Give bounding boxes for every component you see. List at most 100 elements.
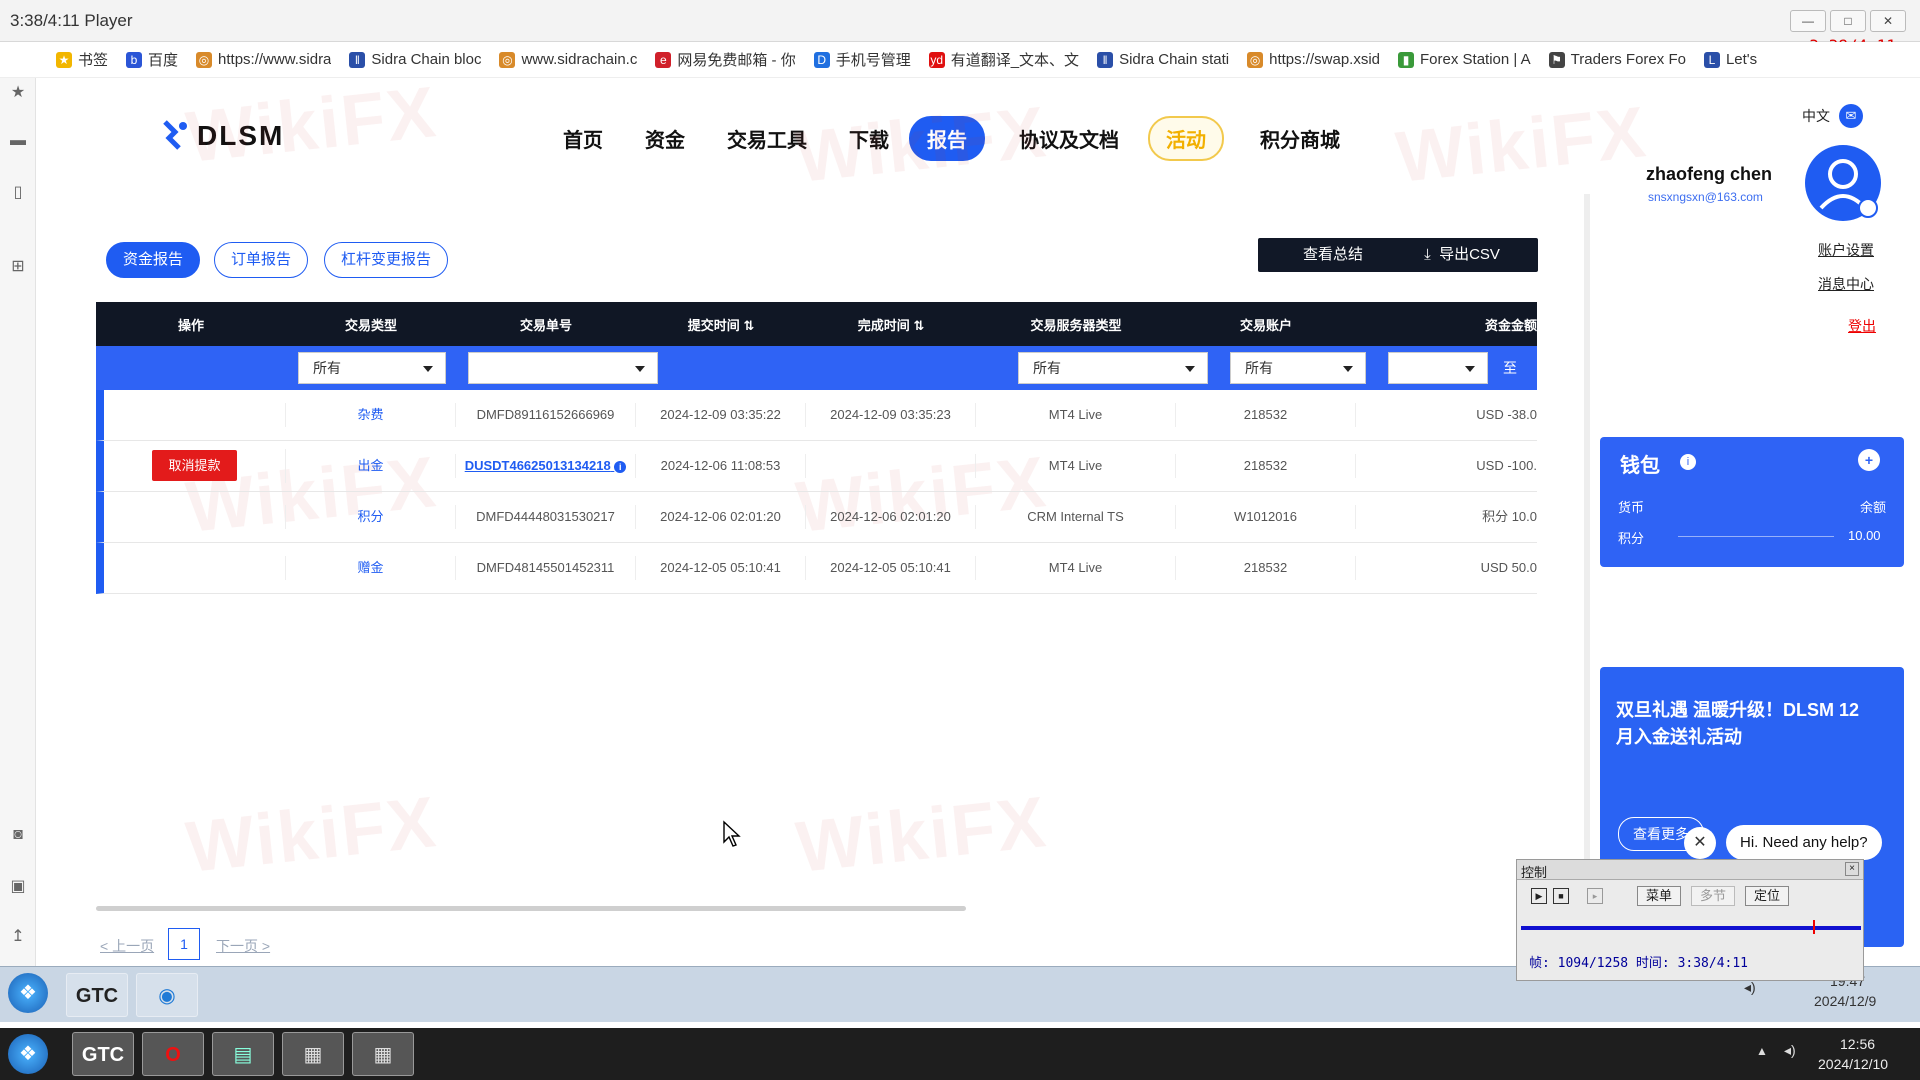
bookmark[interactable]: ▮ Forex Station | A bbox=[1398, 51, 1531, 68]
row-amount: USD -38.0 bbox=[1476, 407, 1537, 422]
start-icon[interactable]: ❖ bbox=[8, 1034, 48, 1074]
id-filter-input[interactable] bbox=[468, 352, 658, 384]
progress-marker[interactable] bbox=[1813, 920, 1815, 934]
stop-icon[interactable]: ■ bbox=[1553, 888, 1569, 904]
nav-funds[interactable]: 资金 bbox=[645, 124, 685, 153]
nav-home[interactable]: 首页 bbox=[563, 124, 603, 153]
bookmark[interactable]: L Let's bbox=[1703, 51, 1757, 68]
wallet-points-value: 10.00 bbox=[1848, 528, 1881, 543]
col-type: 交易类型 bbox=[344, 317, 397, 333]
info-icon[interactable]: i bbox=[1680, 454, 1696, 470]
start-icon[interactable]: ❖ bbox=[8, 973, 48, 1013]
divider bbox=[1678, 536, 1834, 537]
bookmark[interactable]: ‖ Sidra Chain bloc bbox=[349, 51, 481, 68]
bookmark[interactable]: D 手机号管理 bbox=[813, 49, 911, 70]
logout-link[interactable]: 登出 bbox=[1848, 316, 1876, 336]
message-center-link[interactable]: 消息中心 bbox=[1818, 274, 1874, 294]
qq-icon[interactable]: ◉ bbox=[136, 973, 198, 1017]
maximize-button[interactable]: □ bbox=[1830, 10, 1866, 32]
locate-button[interactable]: 定位 bbox=[1745, 886, 1789, 906]
tab-leverage-report[interactable]: 杠杆变更报告 bbox=[324, 242, 449, 278]
bookmark[interactable]: ◎ https://www.sidra bbox=[196, 51, 331, 68]
phone-icon[interactable]: ▯ bbox=[8, 182, 28, 202]
tab-order-report[interactable]: 订单报告 bbox=[214, 242, 309, 278]
account-settings-link[interactable]: 账户设置 bbox=[1818, 240, 1874, 260]
row-action bbox=[104, 505, 286, 529]
range-to-label: 至 bbox=[1503, 360, 1517, 376]
bookmark[interactable]: yd 有道翻译_文本、文 bbox=[928, 49, 1079, 70]
nav-points-mall[interactable]: 积分商城 bbox=[1260, 124, 1340, 153]
bookmark[interactable]: b 百度 bbox=[126, 49, 178, 70]
account-filter[interactable]: 所有 bbox=[1230, 352, 1366, 384]
notepad-icon[interactable]: ▤ bbox=[212, 1032, 274, 1076]
camera-icon[interactable]: ◙ bbox=[8, 826, 28, 846]
close-button[interactable]: ✕ bbox=[1870, 10, 1906, 32]
page-number[interactable]: 1 bbox=[168, 928, 200, 960]
row-type: 杂费 bbox=[286, 403, 456, 427]
wallet-card: 钱包 i + 货币 余额 积分 10.00 bbox=[1600, 437, 1904, 567]
star-icon[interactable]: ★ bbox=[8, 82, 28, 102]
folder-icon[interactable]: ▬ bbox=[8, 132, 28, 152]
account-panel: 中文 ✉ zhaofeng chen snsxngsxn@163.com 账户设… bbox=[1584, 78, 1920, 966]
opera-icon[interactable]: O bbox=[142, 1032, 204, 1076]
col-submit-time[interactable]: 提交时间 ⇅ bbox=[636, 315, 806, 334]
window-title: 3:38/4:11 Player bbox=[10, 11, 133, 30]
gtc-taskbar-button[interactable]: GTC bbox=[66, 973, 128, 1017]
table-row: 积分 DMFD44448031530217 2024-12-06 02:01:2… bbox=[96, 492, 1537, 543]
player-icon[interactable]: ▦ bbox=[352, 1032, 414, 1076]
outer-clock-date: 2024/12/10 bbox=[1818, 1056, 1889, 1072]
mail-icon[interactable]: ✉ bbox=[1839, 104, 1863, 128]
tab-fund-report[interactable]: 资金报告 bbox=[106, 242, 201, 278]
gtc-taskbar-button[interactable]: GTC bbox=[72, 1032, 134, 1076]
col-done-time[interactable]: 完成时间 ⇅ bbox=[806, 315, 976, 334]
filter-row: 所有 所有 所有 至 bbox=[96, 346, 1537, 390]
bookmark[interactable]: e 网易免费邮箱 - 你 bbox=[655, 49, 796, 70]
promo-title: 双旦礼遇 温暖升级！DLSM 12月入金送礼活动 bbox=[1616, 700, 1860, 747]
add-icon[interactable]: + bbox=[1858, 449, 1880, 471]
next-page-link[interactable]: 下一页 > bbox=[216, 936, 270, 956]
chat-bubble[interactable]: Hi. Need any help? bbox=[1726, 825, 1882, 860]
horizontal-scrollbar[interactable] bbox=[96, 906, 966, 911]
row-type: 积分 bbox=[286, 505, 456, 529]
bookmark[interactable]: ◎ https://swap.xsid bbox=[1247, 51, 1380, 68]
menu-button[interactable]: 菜单 bbox=[1637, 886, 1681, 906]
server-filter[interactable]: 所有 bbox=[1018, 352, 1208, 384]
vertical-scrollbar[interactable] bbox=[1584, 194, 1590, 894]
amount-min-input[interactable] bbox=[1388, 352, 1488, 384]
row-done: 2024-12-06 02:01:20 bbox=[806, 505, 976, 529]
speaker-icon[interactable]: ◂) bbox=[1784, 1042, 1796, 1059]
lets-icon: L bbox=[1703, 51, 1720, 68]
tray-arrow-icon[interactable]: ▲ bbox=[1756, 1044, 1768, 1058]
export-csv-button[interactable]: ⤓ 导出CSV bbox=[1386, 238, 1538, 272]
progress-track[interactable] bbox=[1521, 926, 1861, 930]
bookmark[interactable]: ★ 书签 bbox=[56, 49, 108, 70]
row-server: MT4 Live bbox=[976, 403, 1176, 427]
bookmark[interactable]: ⚑ Traders Forex Fo bbox=[1548, 51, 1686, 68]
nav-activities[interactable]: 活动 bbox=[1148, 116, 1224, 161]
language-select[interactable]: 中文 bbox=[1802, 106, 1830, 126]
close-icon[interactable]: × bbox=[1845, 862, 1859, 876]
briefcase-icon[interactable]: ▣ bbox=[8, 876, 28, 896]
row-action bbox=[104, 556, 286, 580]
minimize-button[interactable]: — bbox=[1790, 10, 1826, 32]
table-header: 操作 交易类型 交易单号 提交时间 ⇅ 完成时间 ⇅ 交易服务器类型 交易账户 … bbox=[96, 302, 1537, 346]
add-icon[interactable]: ⊞ bbox=[8, 256, 28, 276]
mouse-cursor-icon bbox=[723, 820, 741, 847]
row-action bbox=[104, 403, 286, 427]
pin-icon[interactable]: ↥ bbox=[8, 926, 28, 946]
bookmark[interactable]: ‖ Sidra Chain stati bbox=[1097, 51, 1229, 68]
type-filter[interactable]: 所有 bbox=[298, 352, 446, 384]
player-icon[interactable]: ▦ bbox=[282, 1032, 344, 1076]
speaker-icon[interactable]: ◂) bbox=[1744, 979, 1756, 996]
play-icon[interactable]: ▶ bbox=[1531, 888, 1547, 904]
close-icon[interactable]: ✕ bbox=[1684, 827, 1716, 859]
prev-page-link[interactable]: < 上一页 bbox=[100, 936, 154, 956]
watermark: WikiFX bbox=[792, 782, 1051, 888]
row-id-link[interactable]: DUSDT46625013134218 i bbox=[456, 454, 636, 478]
row-server: CRM Internal TS bbox=[976, 505, 1176, 529]
multi-section-button[interactable]: 多节 bbox=[1691, 886, 1735, 906]
bookmark[interactable]: ◎ www.sidrachain.c bbox=[499, 51, 637, 68]
avatar[interactable] bbox=[1804, 144, 1882, 222]
step-icon[interactable]: ▸ bbox=[1587, 888, 1603, 904]
cancel-withdrawal-button[interactable]: 取消提款 bbox=[152, 450, 237, 481]
